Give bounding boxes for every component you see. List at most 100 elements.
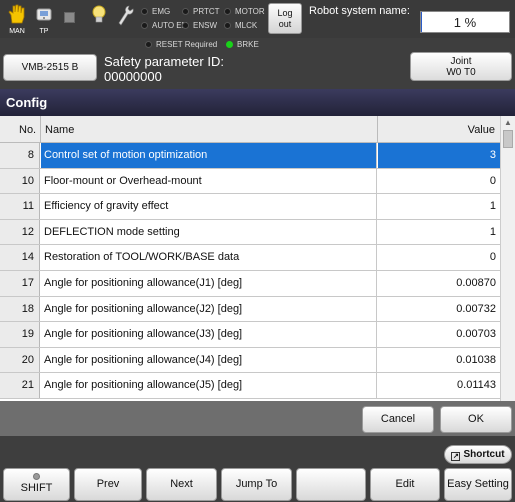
row-value: 0.01038 <box>456 353 496 366</box>
man-label: MAN <box>9 28 25 35</box>
row-value: 1 <box>489 200 496 213</box>
status-dot <box>141 22 148 29</box>
lightbulb-icon <box>92 5 106 23</box>
row-number: 11 <box>0 194 40 219</box>
column-divider <box>377 116 378 143</box>
status-dot <box>224 22 231 29</box>
indicator-label: RESET Required <box>156 40 218 49</box>
row-value: 0.00870 <box>456 276 496 289</box>
scrollbar-thumb[interactable] <box>503 130 513 148</box>
shift-button[interactable]: SHIFT <box>3 468 70 501</box>
table-row[interactable]: 21 Angle for positioning allowance(J5) [d… <box>0 373 500 399</box>
header: RESET Required BRKE VMB-2515 B Safety pa… <box>0 38 515 89</box>
vertical-scrollbar[interactable]: ▲ <box>500 116 515 401</box>
bottom-panel: Cancel OK ↗ Shortcut SHIFT Prev Next Jump… <box>0 401 515 502</box>
row-number: 8 <box>0 143 40 168</box>
prev-button[interactable]: Prev <box>74 468 142 501</box>
easy-setting-button[interactable]: Easy Setting <box>444 468 512 501</box>
jump-to-button[interactable]: Jump To <box>221 468 292 501</box>
logout-label-line2: out <box>278 19 292 29</box>
shift-led-icon <box>33 473 40 480</box>
row-value: 0.01143 <box>457 379 496 392</box>
row-value: 1 <box>489 225 496 238</box>
shortcut-label: Shortcut <box>463 449 505 460</box>
logout-label-line1: Log <box>277 8 293 18</box>
row-value: 3 <box>378 143 500 168</box>
table-row[interactable]: 18 Angle for positioning allowance(J2) [d… <box>0 296 500 323</box>
next-button[interactable]: Next <box>146 468 217 501</box>
ok-button[interactable]: OK <box>440 406 512 433</box>
teach-pendant-icon[interactable]: TP <box>33 3 55 35</box>
safety-parameter-value: 00000000 <box>104 69 162 84</box>
status-dot-on <box>226 41 233 48</box>
row-value: 0 <box>489 251 496 264</box>
row-number: 14 <box>0 245 40 270</box>
wrench-icon[interactable] <box>115 3 137 35</box>
column-header-no: No. <box>19 124 37 136</box>
row-name: Angle for positioning allowance(J2) [deg… <box>41 296 377 322</box>
row-number: 18 <box>0 296 40 322</box>
row-name: Angle for positioning allowance(J5) [deg… <box>41 373 377 398</box>
table-body: 8 Control set of motion optimization 3 1 0 F… <box>0 143 500 399</box>
blank-function-button[interactable] <box>296 468 366 501</box>
shortcut-button[interactable]: ↗ Shortcut <box>444 445 512 464</box>
tp-label: TP <box>39 28 49 35</box>
edit-button[interactable]: Edit <box>370 468 440 501</box>
table-row[interactable]: 12 DEFLECTION mode setting 1 <box>0 219 500 246</box>
robot-select-button[interactable]: VMB-2515 B <box>3 54 97 81</box>
joint-tool-label: W0 T0 <box>446 67 476 78</box>
table-row[interactable]: 19 Angle for positioning allowance(J3) [d… <box>0 322 500 348</box>
shift-label: SHIFT <box>20 482 53 494</box>
row-name: Angle for positioning allowance(J1) [deg… <box>41 270 377 296</box>
table-row[interactable]: 10 Floor-mount or Overhead-mount 0 <box>0 168 500 195</box>
row-value: 0 <box>489 174 496 187</box>
cancel-button[interactable]: Cancel <box>362 406 434 433</box>
status-dot <box>141 8 148 15</box>
indicator-brke: BRKE <box>226 40 259 49</box>
status-bar: MAN TP EMG PRTCT MOTOR AUTO EN ENSW MLCK… <box>0 0 515 38</box>
table-row[interactable]: 17 Angle for positioning allowance(J1) [d… <box>0 270 500 297</box>
manual-mode-icon[interactable]: MAN <box>6 3 28 35</box>
indicator-emg: EMG <box>141 7 170 16</box>
row-name: Efficiency of gravity effect <box>41 194 377 219</box>
table-row[interactable]: 20 Angle for positioning allowance(J4) [d… <box>0 347 500 374</box>
row-name: Control set of motion optimization <box>41 143 377 168</box>
column-header-value: Value <box>467 124 495 136</box>
status-dot <box>145 41 152 48</box>
row-value: 0.00703 <box>456 328 496 341</box>
table-row[interactable]: 14 Restoration of TOOL/WORK/BASE data 0 <box>0 245 500 271</box>
scroll-up-icon[interactable]: ▲ <box>501 116 515 130</box>
stop-icon[interactable] <box>64 12 75 23</box>
joint-button[interactable]: Joint W0 T0 <box>410 52 512 81</box>
joint-label: Joint <box>450 56 472 67</box>
shortcut-icon: ↗ <box>451 452 461 461</box>
hand-icon <box>8 4 25 24</box>
table-row[interactable]: 11 Efficiency of gravity effect 1 <box>0 194 500 220</box>
indicator-auto-en: AUTO EN <box>141 21 187 30</box>
indicator-prtct: PRTCT <box>182 7 220 16</box>
pendant-icon <box>36 8 52 21</box>
indicator-label: MOTOR <box>235 7 265 16</box>
row-name: Restoration of TOOL/WORK/BASE data <box>41 245 377 270</box>
lamp-icon[interactable] <box>89 3 111 35</box>
indicator-label: EMG <box>152 7 171 16</box>
row-name: DEFLECTION mode setting <box>41 219 377 245</box>
table-row[interactable]: 8 Control set of motion optimization 3 <box>0 143 500 169</box>
status-dot <box>182 8 189 15</box>
page-title: Config <box>0 89 515 116</box>
row-name: Angle for positioning allowance(J4) [deg… <box>41 347 377 373</box>
row-value: 0.00732 <box>456 302 496 315</box>
row-name: Angle for positioning allowance(J3) [deg… <box>41 322 377 347</box>
logout-button[interactable]: Log out <box>268 3 302 34</box>
status-dot <box>182 22 189 29</box>
column-header-name: Name <box>45 124 75 136</box>
indicator-label: ENSW <box>193 21 217 30</box>
row-number: 17 <box>0 270 40 296</box>
progress-bar: 1 % <box>420 11 510 33</box>
row-number: 20 <box>0 347 40 373</box>
status-dot <box>224 8 231 15</box>
progress-text: 1 % <box>453 15 477 30</box>
row-name: Floor-mount or Overhead-mount <box>41 168 377 194</box>
robot-system-name-label: Robot system name: <box>309 5 410 17</box>
row-number: 12 <box>0 219 40 245</box>
